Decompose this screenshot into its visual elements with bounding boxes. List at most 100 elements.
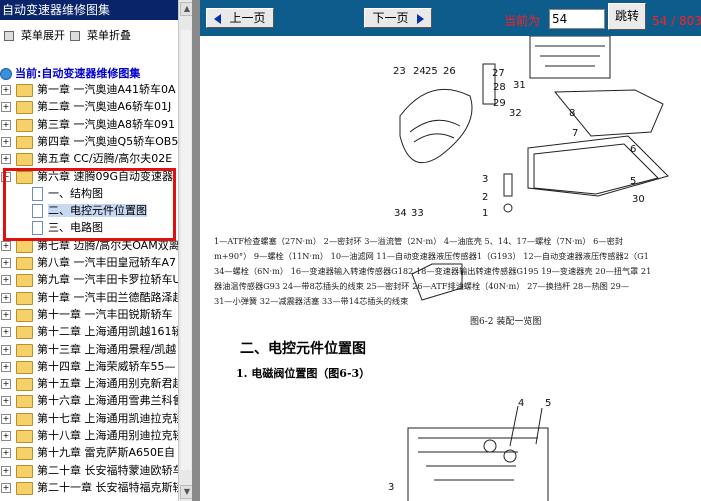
document-page: 23 24 25 26 27 28 29 31 32 8 7 6 5 3 2 1…	[200, 36, 701, 501]
chapter-item[interactable]: + 第九章 一汽丰田卡罗拉轿车U	[1, 271, 178, 288]
callout: 4	[518, 398, 525, 409]
sidebar-title: 自动变速器维修图集	[0, 0, 178, 20]
collapse-icon	[70, 31, 80, 41]
chapter-label: 第三章 一汽奥迪A8轿车091	[37, 118, 176, 131]
scroll-track[interactable]	[181, 30, 191, 470]
folder-icon	[16, 343, 33, 357]
frame-divider[interactable]	[192, 0, 200, 501]
oil-pan-part	[527, 135, 669, 197]
folder-icon	[16, 256, 33, 270]
chapter-label: 第十三章 上海通用景程/凯越	[37, 343, 177, 356]
expand-node-icon[interactable]: +	[1, 102, 11, 112]
expand-node-icon[interactable]: +	[1, 431, 11, 441]
callout: 30	[632, 194, 645, 205]
chapter-item[interactable]: + 第二十一章 长安福特福克斯轿	[1, 479, 178, 496]
chapter-label: 第一章 一汽奥迪A41轿车0A	[37, 83, 176, 96]
expand-node-icon[interactable]: +	[1, 85, 11, 95]
solenoid-a	[483, 439, 497, 453]
expand-node-icon[interactable]: +	[1, 362, 11, 372]
chapter-label: 第十九章 雷克萨斯A650E自	[37, 446, 175, 459]
chapter-label: 第二十章 长安福特蒙迪欧轿车	[37, 464, 178, 477]
callout-leaders	[509, 405, 543, 447]
valve-body-part	[529, 36, 611, 79]
expand-node-icon[interactable]: +	[1, 154, 11, 164]
expand-node-icon[interactable]: +	[1, 327, 11, 337]
folder-icon	[16, 273, 33, 287]
current-location-icon	[0, 68, 12, 80]
expand-node-icon[interactable]: +	[1, 293, 11, 303]
chapter-item[interactable]: + 第二章 一汽奥迪A6轿车01J	[1, 98, 171, 115]
wire-harness-part	[399, 88, 473, 164]
chapter-label: 第十一章 一汽丰田锐斯轿车	[37, 308, 173, 321]
expand-node-icon[interactable]: +	[1, 396, 11, 406]
chapter-label: 第十五章 上海通用别克新君越	[37, 377, 178, 390]
chapter-item[interactable]: + 第十六章 上海通用雪弗兰科鲁	[1, 392, 178, 409]
expand-node-icon[interactable]: +	[1, 258, 11, 268]
seal-ring-part	[503, 203, 513, 213]
callout: 32	[509, 108, 522, 119]
expand-node-icon[interactable]: +	[1, 345, 11, 355]
chapter-item[interactable]: + 第十四章 上海荣威轿车55—	[1, 358, 176, 375]
collapse-menu-button[interactable]: 菜单折叠	[70, 27, 131, 43]
expand-node-icon[interactable]: +	[1, 448, 11, 458]
folder-icon	[16, 446, 33, 460]
chapter-item[interactable]: + 第三章 一汽奥迪A8轿车091	[1, 116, 175, 133]
oil-pan-inner	[533, 143, 659, 195]
figure-caption: 图6-2 装配一览图	[470, 317, 542, 327]
folder-icon	[16, 394, 33, 408]
expand-node-icon[interactable]: +	[1, 414, 11, 424]
folder-icon	[16, 412, 33, 426]
callout: 24	[413, 66, 426, 77]
overflow-tube-part	[503, 173, 513, 197]
chapter-item[interactable]: + 第十三章 上海通用景程/凯越	[1, 341, 176, 358]
chapter-item[interactable]: + 第五章 CC/迈腾/高尔夫02E	[1, 150, 172, 167]
next-page-button[interactable]: 下一页	[364, 8, 432, 28]
chapter-label: 第四章 一汽奥迪Q5轿车OB5	[37, 135, 178, 148]
page-toolbar: 上一页 下一页 当前为 跳转 54 / 803	[200, 0, 701, 36]
expand-node-icon[interactable]: +	[1, 275, 11, 285]
chapter-item[interactable]: + 第十五章 上海通用别克新君越	[1, 375, 178, 392]
page-number-input[interactable]	[549, 9, 605, 29]
chapter-item[interactable]: + 第十二章 上海通用凯越161轿	[1, 323, 178, 340]
chapter-item[interactable]: + 第二十章 长安福特蒙迪欧轿车	[1, 462, 178, 479]
folder-icon	[16, 152, 33, 166]
chapter-label: 第十四章 上海荣威轿车55—	[37, 360, 176, 373]
chapter-item[interactable]: + 第八章 一汽丰田皇冠轿车A7	[1, 254, 176, 271]
callout: 28	[493, 82, 506, 93]
chapter-label: 第十八章 上海通用别迪拉克轿	[37, 429, 178, 442]
next-arrow-icon	[416, 13, 424, 24]
callout: 34	[394, 208, 407, 219]
chapter-item[interactable]: + 第十章 一汽丰田兰德酷路泽越	[1, 289, 178, 306]
current-location[interactable]: 当前:自动变速器维修图集	[0, 65, 140, 81]
expand-node-icon[interactable]: +	[1, 483, 11, 493]
chapter-item[interactable]: + 第十九章 雷克萨斯A650E自	[1, 444, 175, 461]
chapter-item[interactable]: + 第十一章 一汽丰田锐斯轿车	[1, 306, 173, 323]
expand-node-icon[interactable]: +	[1, 310, 11, 320]
chapter-item[interactable]: + 第四章 一汽奥迪Q5轿车OB5	[1, 133, 178, 150]
prev-page-button[interactable]: 上一页	[206, 8, 274, 28]
goto-button[interactable]: 跳转	[608, 3, 646, 30]
prev-arrow-icon	[214, 13, 222, 24]
callout: 23	[393, 66, 406, 77]
expand-node-icon[interactable]: +	[1, 466, 11, 476]
expand-node-icon[interactable]: +	[1, 137, 11, 147]
chapter-item[interactable]: + 第一章 一汽奥迪A41轿车0A	[1, 81, 176, 98]
folder-icon	[16, 464, 33, 478]
expand-node-icon[interactable]: +	[1, 241, 11, 251]
chapter-item[interactable]: + 第十七章 上海通用凯迪拉克轿	[1, 410, 178, 427]
section-heading: 二、电控元件位置图	[240, 341, 366, 357]
callout: 3	[482, 174, 489, 185]
expand-node-icon[interactable]: +	[1, 379, 11, 389]
expand-menu-button[interactable]: 菜单展开	[4, 27, 65, 43]
valve-body-detail	[535, 45, 605, 67]
chapter-item[interactable]: + 第十八章 上海通用别迪拉克轿	[1, 427, 178, 444]
chapter-label: 第十七章 上海通用凯迪拉克轿	[37, 412, 178, 425]
folder-icon	[16, 291, 33, 305]
harness-detail	[409, 119, 461, 143]
folder-icon	[16, 83, 33, 97]
folder-icon	[16, 135, 33, 149]
legend-line: 器油温传感器G93 24—带8芯插头的线束 25—密封环 26—ATF排油螺栓（…	[214, 281, 630, 291]
expand-node-icon[interactable]: +	[1, 120, 11, 130]
chapter-label: 第五章 CC/迈腾/高尔夫02E	[37, 152, 173, 165]
sidebar-scrollbar[interactable]: ▲ ▼	[178, 0, 194, 501]
